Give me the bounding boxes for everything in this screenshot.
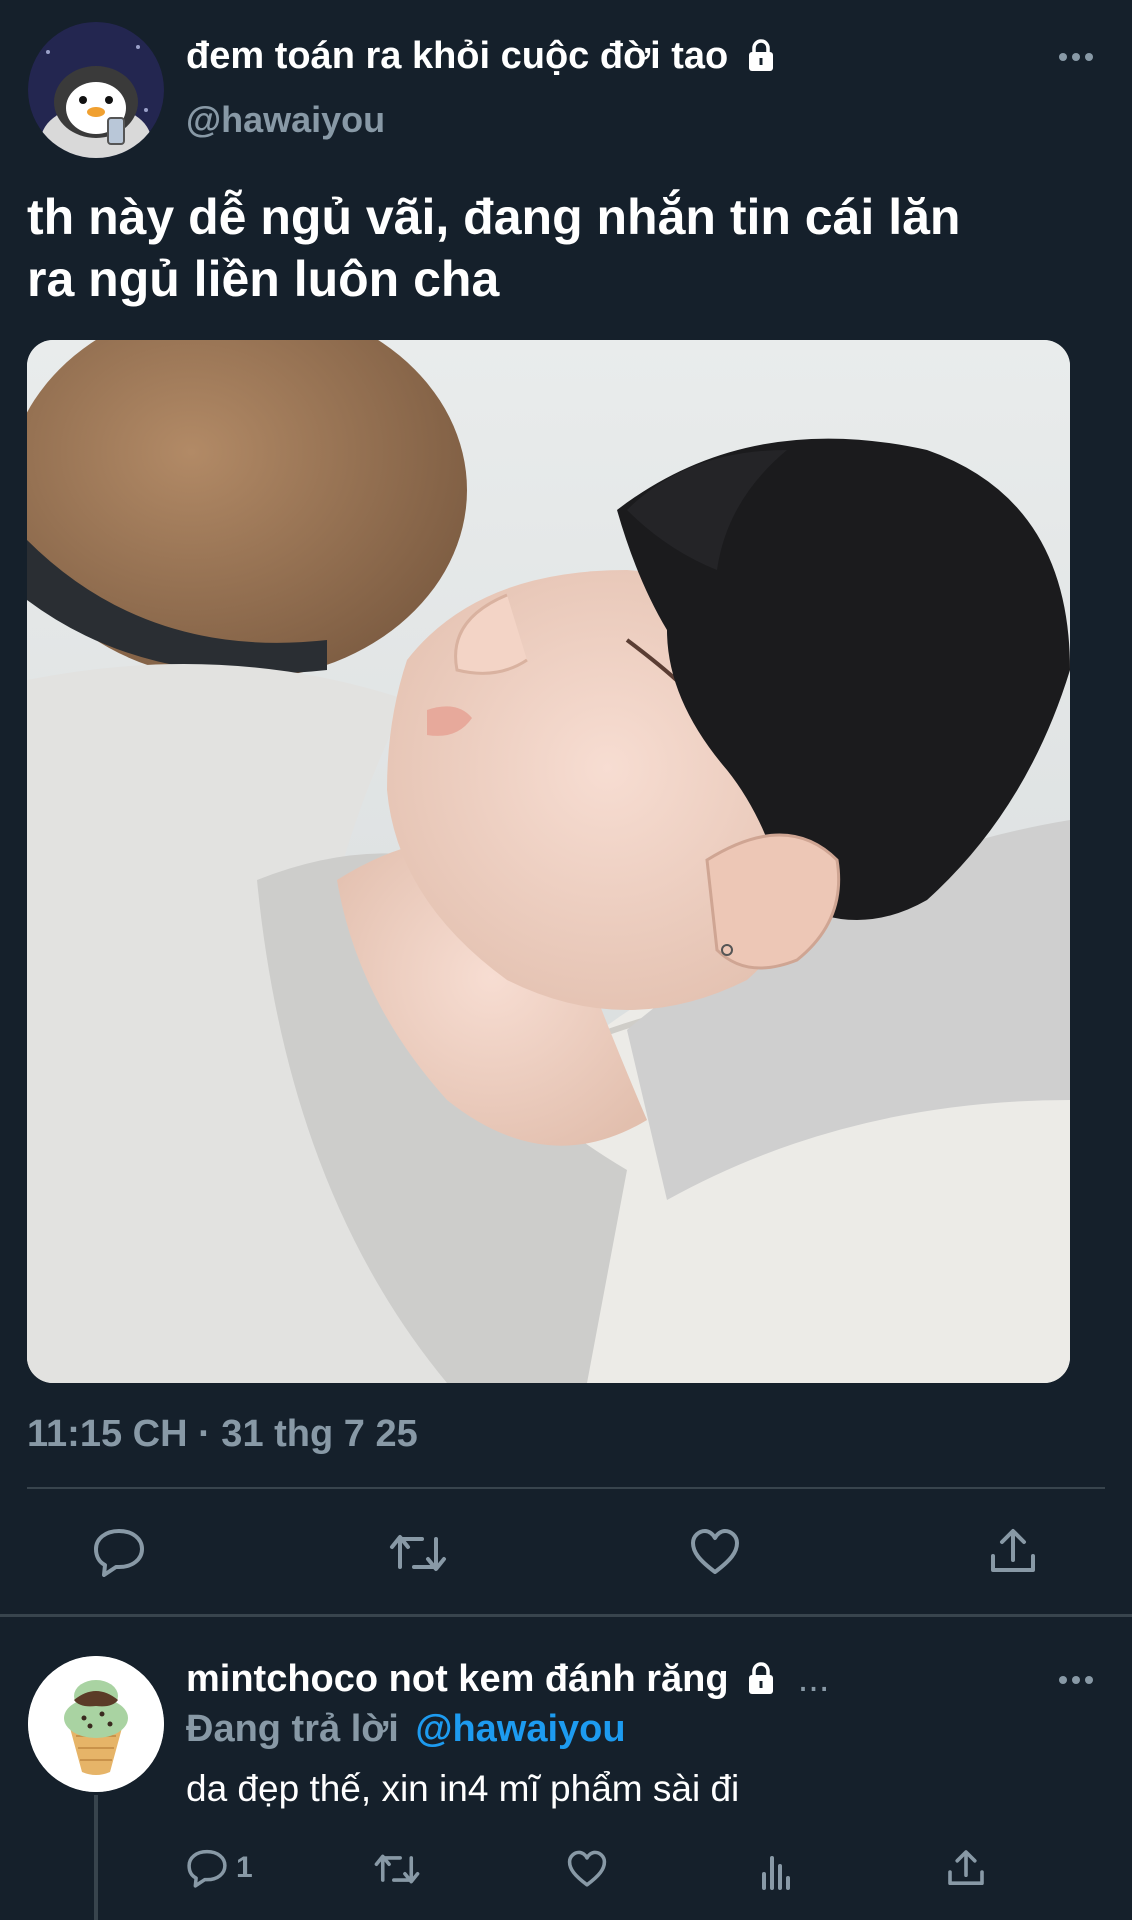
retweet-icon <box>390 1535 446 1571</box>
lock-icon <box>745 37 777 83</box>
author-display-name[interactable]: đem toán ra khỏi cuộc đời tao <box>186 35 728 77</box>
reply-more-options-button[interactable] <box>1058 1673 1094 1691</box>
author-avatar[interactable] <box>28 22 164 158</box>
reply-like-button[interactable] <box>566 1850 608 1893</box>
retweet-button[interactable] <box>388 1529 448 1577</box>
tweet-text-line-1: th này dễ ngủ vãi, đang nhắn tin cái lăn <box>27 189 961 245</box>
reply-analytics-button[interactable] <box>760 1850 794 1895</box>
tweet-photo[interactable] <box>27 340 1070 1383</box>
like-icon <box>691 1529 739 1574</box>
author-name-row[interactable]: đem toán ra khỏi cuộc đời tao <box>186 33 777 83</box>
truncated-handle-ellipsis: ... <box>797 1658 830 1700</box>
more-options-button[interactable] <box>1058 50 1094 68</box>
lock-icon <box>745 1660 777 1706</box>
share-icon <box>948 1850 984 1885</box>
reply-author-name-row[interactable]: mintchoco not kem đánh răng ... <box>186 1656 829 1706</box>
share-button[interactable] <box>988 1526 1038 1576</box>
author-handle[interactable]: @hawaiyou <box>186 99 385 141</box>
ice-cream-avatar-image <box>28 1656 164 1792</box>
tweet-text: th này dễ ngủ vãi, đang nhắn tin cái lăn… <box>27 186 1107 310</box>
divider <box>27 1487 1105 1489</box>
analytics-icon <box>762 1856 790 1890</box>
retweet-icon <box>374 1854 420 1884</box>
thread-connector-line <box>94 1795 98 1920</box>
reply-icon <box>187 1849 227 1888</box>
reply-button[interactable] <box>92 1527 146 1577</box>
sleeping-person-photo <box>27 340 1070 1383</box>
reply-author-display-name[interactable]: mintchoco not kem đánh răng <box>186 1658 729 1700</box>
reply-retweet-button[interactable] <box>373 1850 421 1893</box>
more-icon <box>1059 1676 1093 1684</box>
like-button[interactable] <box>689 1528 741 1576</box>
section-divider <box>0 1614 1132 1617</box>
replying-to-row: Đang trả lời @hawaiyou <box>186 1706 626 1752</box>
more-icon <box>1059 53 1093 61</box>
reply-author-avatar[interactable] <box>28 1656 164 1792</box>
reply-count: 1 <box>236 1851 253 1884</box>
penguin-avatar-image <box>28 22 164 158</box>
replying-to-handle-link[interactable]: @hawaiyou <box>415 1708 625 1750</box>
reply-reply-button[interactable]: 1 <box>186 1848 253 1888</box>
tweet-text-line-2: ra ngủ liền luôn cha <box>27 251 500 307</box>
tweet-timestamp[interactable]: 11:15 CH · 31 thg 7 25 <box>27 1413 418 1456</box>
reply-share-button[interactable] <box>946 1848 986 1893</box>
share-icon <box>991 1529 1035 1572</box>
reply-text: da đẹp thế, xin in4 mĩ phẩm sài đi <box>186 1768 740 1809</box>
reply-icon <box>94 1529 144 1577</box>
like-icon <box>567 1850 607 1887</box>
replying-to-label: Đang trả lời <box>186 1708 399 1750</box>
